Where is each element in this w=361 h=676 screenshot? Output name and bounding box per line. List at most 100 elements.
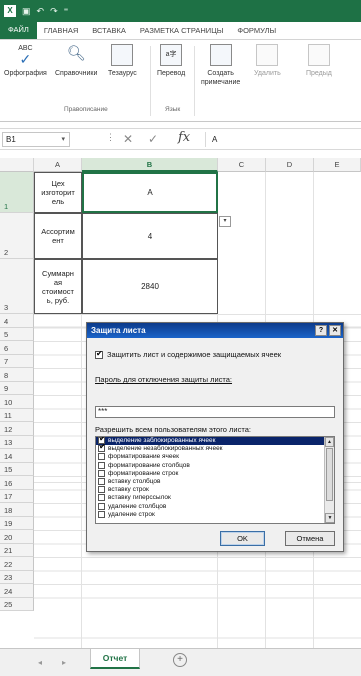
protect-contents-checkbox[interactable]: Защитить лист и содержимое защищаемых яч… [95,349,281,360]
cell-b2[interactable]: 4 [82,213,218,259]
list-item[interactable]: вставку гиперссылок [96,494,334,502]
cancel-button[interactable]: Отмена [285,531,335,546]
cell-a1[interactable]: Цех изготорит ель [34,172,82,213]
checkbox-icon [98,477,105,485]
next-sheet-icon[interactable]: ▸ [62,658,66,667]
row-header[interactable]: 10 [0,395,34,409]
cancel-icon[interactable]: ✕ [123,132,133,146]
cell-a2[interactable]: Ассортим ент [34,213,82,259]
previous-comment-button[interactable]: Предыд [306,44,332,78]
spelling-button[interactable]: ABC ✓ Орфография [4,44,47,78]
cell-line: ент [52,236,64,245]
sheet-tab-report[interactable]: Отчет [90,649,140,669]
prev-sheet-icon[interactable]: ◂ [38,658,42,667]
references-button[interactable]: 🔍︎ Справочники [55,44,97,78]
row-header[interactable]: 3 [0,259,34,314]
list-scrollbar[interactable]: ▲ ▼ [324,437,334,523]
row-header[interactable]: 6 [0,341,34,355]
list-item[interactable]: форматирование строк [96,469,334,478]
cell-a3[interactable]: Суммарн ая стоимост ь, руб. [34,259,82,314]
delete-comment-button[interactable]: Удалить [254,44,281,78]
help-button[interactable]: ? [315,325,327,336]
protect-sheet-dialog: Защита листа ? ✕ Защитить лист и содержи… [86,322,344,552]
row-header[interactable]: 17 [0,489,34,503]
list-item[interactable]: вставку строк [96,486,334,494]
ribbon-tabs: ФАЙЛ ГЛАВНАЯ ВСТАВКА РАЗМЕТКА СТРАНИЦЫ Ф… [0,21,361,40]
column-header-a[interactable]: A [34,158,82,172]
translate-icon: a字 [160,44,183,66]
password-input[interactable]: *** [95,406,335,418]
cell-b1[interactable]: A [82,172,218,213]
column-header-c[interactable]: C [218,158,266,172]
dialog-title: Защита листа [91,326,146,335]
redo-icon[interactable]: ↷ [50,6,58,17]
customize-qat-icon[interactable]: ⁼ [64,6,69,17]
add-sheet-icon[interactable]: + [173,653,187,667]
row-header[interactable]: 22 [0,557,34,571]
column-header-d[interactable]: D [266,158,314,172]
insert-function-icon[interactable]: fx [178,130,190,145]
cell-line: ель [51,197,65,206]
new-comment-button[interactable]: Создать примечание [201,44,240,87]
checkbox-icon [95,349,103,360]
row-header[interactable]: 15 [0,462,34,476]
enter-icon[interactable]: ✓ [148,132,158,146]
row-header[interactable]: 2 [0,213,34,259]
row-header[interactable]: 23 [0,570,34,584]
undo-icon[interactable]: ↶ [37,6,45,17]
list-item[interactable]: форматирование столбцов [96,461,334,470]
row-header[interactable]: 1 [0,172,34,213]
scroll-up-icon[interactable]: ▲ [325,437,334,447]
title-bar: X ▣ ↶ ↷ ⁼ [0,0,361,22]
cell-line: Ассортим [41,227,75,236]
tab-file[interactable]: ФАЙЛ [0,21,37,39]
row-header[interactable]: 21 [0,543,34,557]
allow-users-label: Разрешить всем пользователям этого листа… [95,425,251,434]
row-header[interactable]: 19 [0,516,34,530]
select-all-corner[interactable] [0,158,34,172]
data-validation-dropdown[interactable]: ▾ [219,216,231,227]
thesaurus-button[interactable]: Тезаурус [108,44,137,78]
list-item[interactable]: форматирование ячеек [96,453,334,461]
row-header[interactable]: 13 [0,435,34,449]
row-header[interactable]: 11 [0,408,34,422]
column-header-b[interactable]: B [82,158,218,172]
tab-formulas[interactable]: ФОРМУЛЫ [230,26,283,39]
tab-insert[interactable]: ВСТАВКА [85,26,133,39]
list-item[interactable]: удаление столбцов [96,502,334,511]
row-header[interactable]: 18 [0,503,34,517]
tab-page-layout[interactable]: РАЗМЕТКА СТРАНИЦЫ [133,26,230,39]
formula-input[interactable]: A [205,132,359,147]
list-item[interactable]: удаление строк [96,510,334,519]
row-header[interactable]: 8 [0,368,34,382]
save-icon[interactable]: ▣ [22,6,31,17]
name-box[interactable]: B1 ▾ [2,132,70,147]
tab-home[interactable]: ГЛАВНАЯ [37,26,85,39]
scroll-thumb[interactable] [326,448,333,501]
group-label-proofing: Правописание [64,106,108,113]
row-header[interactable]: 9 [0,381,34,395]
group-label-language: Язык [165,106,181,113]
row-header[interactable]: 16 [0,476,34,490]
list-item[interactable]: вставку столбцов [96,477,334,486]
row-header[interactable]: 20 [0,530,34,544]
list-item[interactable]: выделение заблокированных ячеек [96,437,334,446]
scroll-down-icon[interactable]: ▼ [325,513,334,523]
translate-button[interactable]: a字 Перевод [157,44,185,78]
cell-b3[interactable]: 2840 [82,259,218,314]
row-header[interactable]: 12 [0,422,34,436]
close-icon[interactable]: ✕ [329,325,341,336]
row-header[interactable]: 4 [0,314,34,328]
row-header[interactable]: 14 [0,449,34,463]
cell-line: стоимост [42,286,74,296]
row-header[interactable]: 5 [0,327,34,341]
checkbox-icon [98,502,105,510]
chevron-down-icon[interactable]: ▾ [61,133,65,146]
column-header-e[interactable]: E [314,158,361,172]
delete-comment-icon [256,44,279,66]
row-header[interactable]: 7 [0,354,34,368]
row-header[interactable]: 24 [0,584,34,598]
list-item[interactable]: выделение незаблокированных ячеек [96,443,334,453]
row-header[interactable]: 25 [0,597,34,611]
ok-button[interactable]: OK [220,531,265,546]
